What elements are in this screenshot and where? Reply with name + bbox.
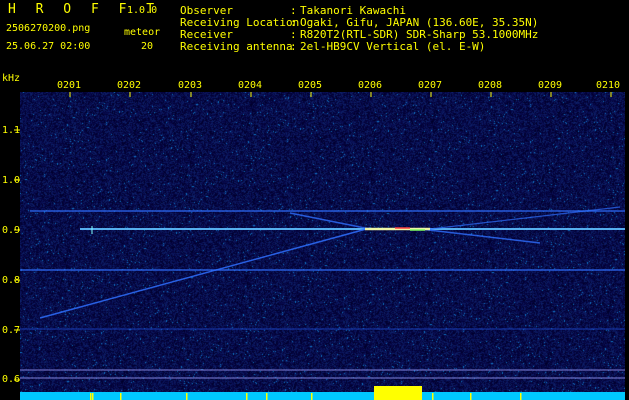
time-tick-label: 0208: [478, 80, 503, 91]
time-tick-label: 0204: [238, 80, 263, 91]
meteor-label: meteor: [124, 27, 161, 38]
time-tick-label: 0207: [418, 80, 443, 91]
time-tick-label: 0210: [596, 80, 621, 91]
time-tick-label: 0201: [57, 80, 82, 91]
app-version: 1.0.0: [127, 5, 158, 16]
freq-tick-label: 0.8: [2, 275, 21, 286]
antenna-value: 2el-HB9CV Vertical (el. E-W): [300, 40, 486, 53]
freq-tick-label: 1.1: [2, 125, 21, 136]
antenna-sep: :: [290, 40, 297, 53]
time-tick-label: 0209: [538, 80, 563, 91]
time-tick-label: 0206: [358, 80, 383, 91]
time-tick-label: 0202: [117, 80, 142, 91]
freq-tick-label: 0.9: [2, 225, 21, 236]
axis-unit-label: kHz: [2, 73, 21, 84]
meteor-count: 20: [141, 41, 154, 52]
freq-tick-label: 0.6: [2, 374, 21, 385]
file-name: 2506270200.png: [6, 23, 91, 34]
date-time: 25.06.27 02:00: [6, 41, 91, 52]
spectrogram-canvas: [20, 92, 625, 400]
time-tick-label: 0203: [178, 80, 203, 91]
freq-tick-label: 0.7: [2, 325, 21, 336]
time-tick-label: 0205: [298, 80, 323, 91]
freq-tick-label: 1.0: [2, 175, 21, 186]
antenna-key: Receiving antenna: [180, 40, 293, 53]
